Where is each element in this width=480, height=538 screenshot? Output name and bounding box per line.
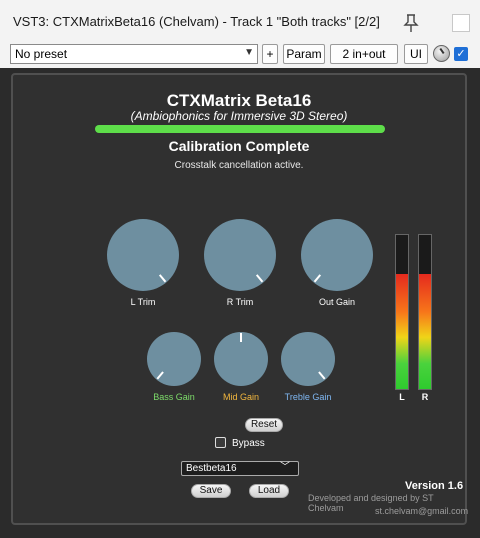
mid-gain-knob[interactable] — [214, 332, 268, 386]
reset-button[interactable]: Reset — [245, 418, 283, 432]
calibration-progress-bar — [95, 125, 385, 133]
knob-pointer — [156, 358, 175, 380]
close-icon[interactable] — [452, 14, 470, 32]
r-trim-label: R Trim — [226, 297, 254, 307]
save-button[interactable]: Save — [191, 484, 231, 498]
chevron-down-icon: ▼ — [244, 47, 254, 58]
param-button[interactable]: Param — [283, 44, 325, 64]
knob-pointer — [240, 332, 242, 359]
right-meter-label: R — [421, 392, 429, 402]
plugin-title: CTXMatrix Beta16 — [166, 91, 312, 110]
knob-pointer — [239, 254, 264, 283]
l-trim-knob[interactable] — [107, 219, 179, 291]
status-text: Crosstalk cancellation active. — [174, 160, 304, 171]
load-button[interactable]: Load — [249, 484, 289, 498]
bypass-checkbox[interactable] — [215, 437, 226, 448]
email-text: st.chelvam@gmail.com — [375, 506, 469, 516]
l-trim-label: L Trim — [130, 297, 156, 307]
plugin-subtitle: (Ambiophonics for Immersive 3D Stereo) — [130, 109, 348, 123]
pin-icon[interactable] — [402, 13, 420, 33]
window-titlebar: VST3: CTXMatrixBeta16 (Chelvam) - Track … — [0, 0, 480, 40]
window-title: VST3: CTXMatrixBeta16 (Chelvam) - Track … — [13, 14, 380, 29]
preset-value: No preset — [15, 47, 68, 61]
chevron-down-icon: ﹀ — [280, 462, 290, 473]
knob-pointer — [313, 254, 338, 283]
out-gain-label: Out Gain — [318, 297, 356, 307]
right-level-meter — [418, 234, 432, 390]
out-gain-knob[interactable] — [301, 219, 373, 291]
treble-gain-knob[interactable] — [281, 332, 335, 386]
plugin-panel: CTXMatrix Beta16 (Ambiophonics for Immer… — [11, 73, 469, 525]
preset-dropdown[interactable]: No preset ▼ — [10, 44, 258, 64]
add-preset-button[interactable]: + — [262, 44, 278, 64]
knob-pointer — [307, 358, 326, 380]
knob-pointer — [142, 254, 167, 283]
meter-fill — [396, 273, 408, 389]
dial-icon[interactable] — [433, 45, 450, 62]
left-level-meter — [395, 234, 409, 390]
left-meter-label: L — [399, 392, 405, 402]
version-label: Version 1.6 — [405, 480, 464, 492]
meter-fill — [419, 273, 431, 389]
ui-button[interactable]: UI — [404, 44, 428, 64]
enable-checkbox[interactable]: ✓ — [454, 47, 468, 61]
bass-gain-knob[interactable] — [147, 332, 201, 386]
host-toolbar: No preset ▼ + Param 2 in+out UI ✓ — [0, 40, 480, 68]
r-trim-knob[interactable] — [204, 219, 276, 291]
bypass-label: Bypass — [232, 438, 265, 449]
calibration-status: Calibration Complete — [168, 138, 310, 154]
io-routing-button[interactable]: 2 in+out — [330, 44, 398, 64]
preset-select[interactable]: Bestbeta16 ﹀ — [181, 461, 299, 476]
preset-select-value: Bestbeta16 — [186, 463, 237, 474]
treble-gain-label: Treble Gain — [284, 392, 332, 402]
